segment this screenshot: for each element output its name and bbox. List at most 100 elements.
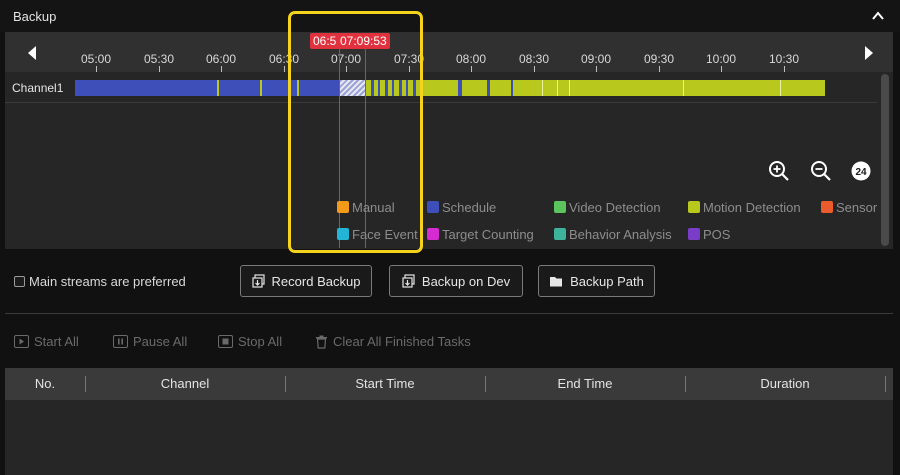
clear-finished-button[interactable]: Clear All Finished Tasks — [315, 334, 471, 349]
motion-segment — [260, 80, 262, 96]
legend-schedule: Schedule — [427, 200, 496, 215]
tick-mark — [284, 66, 285, 72]
tick-mark — [471, 66, 472, 72]
legend-motion-detection: Motion Detection — [688, 200, 801, 215]
schedule-segment — [458, 80, 462, 96]
legend-swatch — [688, 201, 700, 213]
vertical-scrollbar[interactable] — [881, 74, 889, 246]
legend-swatch — [688, 228, 700, 240]
trash-icon — [316, 335, 327, 349]
zoom-out-icon[interactable] — [810, 160, 832, 182]
tick-mark — [534, 66, 535, 72]
tick-label: 06:30 — [268, 52, 300, 66]
legend-target-counting: Target Counting — [427, 227, 534, 242]
folder-icon — [550, 276, 563, 286]
schedule-segment — [75, 80, 340, 96]
column-header-start-time[interactable]: Start Time — [285, 368, 485, 400]
legend-swatch — [821, 201, 833, 213]
tick-mark — [346, 66, 347, 72]
legend-swatch — [427, 228, 439, 240]
task-table-header: No. Channel Start Time End Time Duration — [5, 368, 893, 400]
column-header-duration[interactable]: Duration — [685, 368, 885, 400]
main-streams-checkbox[interactable]: Main streams are preferred — [14, 274, 186, 289]
legend-face-event: Face Event — [337, 227, 418, 242]
motion-segment — [569, 80, 570, 96]
tick-mark — [221, 66, 222, 72]
motion-segment — [557, 80, 558, 96]
full-day-icon[interactable]: 24 — [850, 160, 872, 182]
recording-track[interactable] — [75, 80, 825, 96]
legend-behavior-analysis: Behavior Analysis — [554, 227, 672, 242]
legend-swatch — [554, 201, 566, 213]
record-backup-button[interactable]: Record Backup — [240, 265, 372, 297]
motion-segment — [683, 80, 684, 96]
tick-mark — [659, 66, 660, 72]
mixed-segment — [366, 80, 426, 96]
chevron-up-icon[interactable] — [870, 8, 886, 24]
tick-label: 05:30 — [143, 52, 175, 66]
tick-mark — [159, 66, 160, 72]
tick-label: 10:00 — [705, 52, 737, 66]
cursor-line-end[interactable] — [365, 48, 366, 248]
legend-swatch — [337, 201, 349, 213]
tick-label: 07:30 — [393, 52, 425, 66]
stop-icon — [218, 335, 233, 348]
timeline-panel: 05:00 05:30 06:00 06:30 07:00 07:30 08:0… — [5, 32, 893, 249]
pause-all-button[interactable]: Pause All — [113, 334, 187, 349]
legend-swatch — [554, 228, 566, 240]
stop-all-button[interactable]: Stop All — [218, 334, 282, 349]
legend-swatch — [427, 201, 439, 213]
legend-swatch — [337, 228, 349, 240]
channel-label: Channel1 — [12, 81, 64, 95]
column-header-end-time[interactable]: End Time — [485, 368, 685, 400]
backup-icon — [402, 274, 415, 288]
tick-mark — [409, 66, 410, 72]
legend-video-detection: Video Detection — [554, 200, 661, 215]
legend-manual: Manual — [337, 200, 395, 215]
cursor-line-start[interactable] — [339, 48, 340, 248]
tick-mark — [596, 66, 597, 72]
tick-label: 09:30 — [643, 52, 675, 66]
tick-label: 08:30 — [518, 52, 550, 66]
legend-sensor: Sensor — [821, 200, 877, 215]
play-icon — [14, 335, 29, 348]
tick-label: 06:00 — [205, 52, 237, 66]
tick-label: 05:00 — [80, 52, 112, 66]
tick-mark — [784, 66, 785, 72]
motion-segment — [542, 80, 543, 96]
selected-segment — [340, 80, 366, 96]
scroll-left-icon[interactable] — [25, 44, 39, 62]
tick-mark — [96, 66, 97, 72]
scroll-right-icon[interactable] — [862, 44, 876, 62]
backup-header: Backup — [0, 0, 900, 32]
schedule-segment — [511, 80, 513, 96]
legend-pos: POS — [688, 227, 730, 242]
column-header-channel[interactable]: Channel — [85, 368, 285, 400]
schedule-segment — [487, 80, 490, 96]
task-table-body — [5, 400, 893, 475]
start-all-button[interactable]: Start All — [14, 334, 79, 349]
cursor-time-start: 06:5 — [310, 33, 340, 49]
page-title: Backup — [13, 9, 57, 24]
tick-label: 09:00 — [580, 52, 612, 66]
motion-segment — [426, 80, 825, 96]
backup-icon — [251, 274, 265, 288]
motion-segment — [297, 80, 299, 96]
backup-path-button[interactable]: Backup Path — [538, 265, 655, 297]
time-ruler[interactable]: 05:00 05:30 06:00 06:30 07:00 07:30 08:0… — [5, 32, 893, 72]
tick-label: 08:00 — [455, 52, 487, 66]
column-divider — [885, 376, 886, 392]
motion-segment — [780, 80, 781, 96]
row-divider — [5, 102, 877, 103]
column-header-no[interactable]: No. — [5, 368, 85, 400]
pause-icon — [113, 335, 128, 348]
zoom-in-icon[interactable] — [768, 160, 790, 182]
cursor-time-end: 07:09:53 — [337, 33, 390, 49]
tick-label: 10:30 — [768, 52, 800, 66]
checkbox-box[interactable] — [14, 276, 25, 287]
main-streams-label: Main streams are preferred — [29, 274, 186, 289]
motion-segment — [217, 80, 219, 96]
full-day-label: 24 — [855, 167, 867, 178]
tick-label: 07:00 — [330, 52, 362, 66]
backup-on-dev-button[interactable]: Backup on Dev — [389, 265, 523, 297]
